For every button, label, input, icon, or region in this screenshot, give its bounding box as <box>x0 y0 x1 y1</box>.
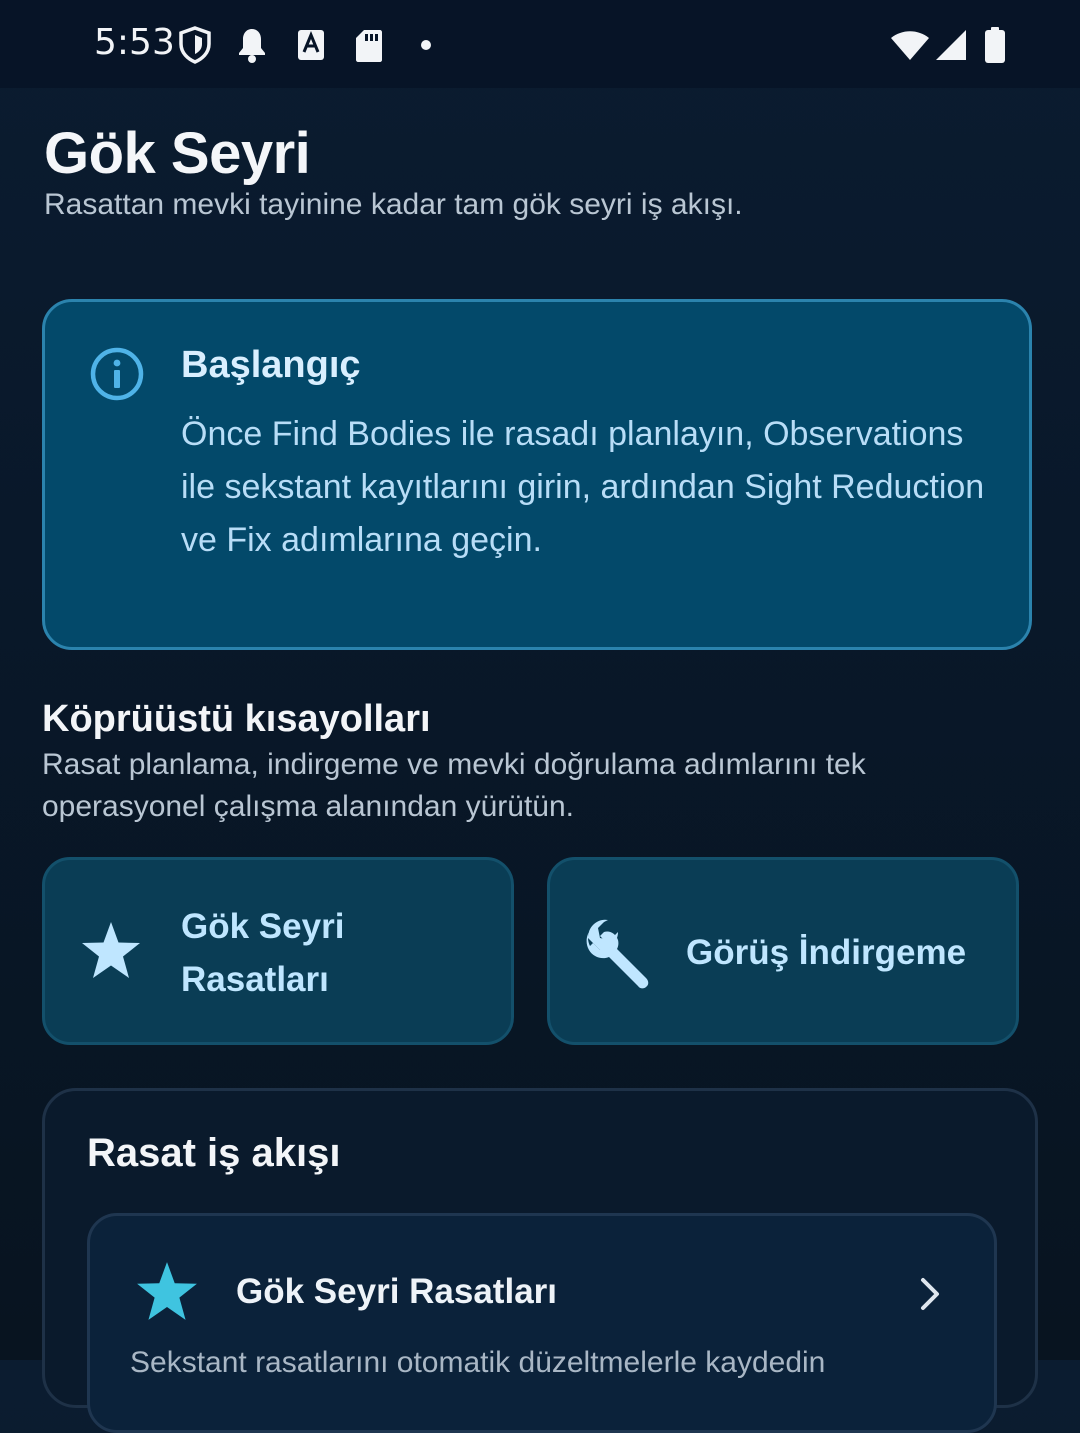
workflow-item-celestial-observations[interactable]: Gök Seyri Rasatları Sekstant rasatlarını… <box>87 1213 997 1433</box>
info-card: Başlangıç Önce Find Bodies ile rasadı pl… <box>42 299 1032 650</box>
sd-card-icon <box>354 28 384 69</box>
shortcut-sight-reduction[interactable]: Görüş İndirgeme <box>547 857 1019 1045</box>
bell-icon <box>236 26 268 69</box>
shortcuts-section-subtitle: Rasat planlama, indirgeme ve mevki doğru… <box>42 748 866 823</box>
shortcut-celestial-observations[interactable]: Gök Seyri Rasatları <box>42 857 514 1045</box>
info-card-body: Önce Find Bodies ile rasadı planlayın, O… <box>181 415 985 559</box>
workflow-title: Rasat iş akışı <box>87 1131 341 1175</box>
shortcut-label-line1: Gök Seyri <box>181 907 345 946</box>
battery-icon <box>984 26 1006 69</box>
keyboard-a-icon <box>296 28 326 67</box>
page-subtitle: Rasattan mevki tayinine kadar tam gök se… <box>44 188 743 221</box>
workflow-card: Rasat iş akışı Gök Seyri Rasatları Sekst… <box>42 1088 1038 1433</box>
workflow-item-label: Gök Seyri Rasatları <box>236 1272 557 1311</box>
shortcut-label: Gök Seyri Rasatları <box>181 900 344 1006</box>
status-bar: 5:53 <box>0 0 1080 88</box>
info-icon <box>89 346 145 402</box>
dot-icon <box>420 38 432 56</box>
chevron-right-icon <box>918 1276 942 1317</box>
status-time: 5:53 <box>94 22 175 63</box>
info-card-title: Başlangıç <box>181 344 361 386</box>
signal-icon <box>934 28 968 67</box>
wifi-icon <box>890 28 930 67</box>
wrench-icon <box>580 916 654 995</box>
shield-icon <box>178 26 212 69</box>
shortcut-label: Görüş İndirgeme <box>686 933 967 972</box>
workflow-item-description: Sekstant rasatlarını otomatik düzeltmele… <box>130 1346 826 1379</box>
shortcut-label-line2: Rasatları <box>181 960 329 999</box>
page-title: Gök Seyri <box>44 121 311 186</box>
star-icon <box>79 920 143 987</box>
star-icon <box>134 1260 200 1329</box>
shortcuts-section-title: Köprüüstü kısayolları <box>42 698 431 740</box>
